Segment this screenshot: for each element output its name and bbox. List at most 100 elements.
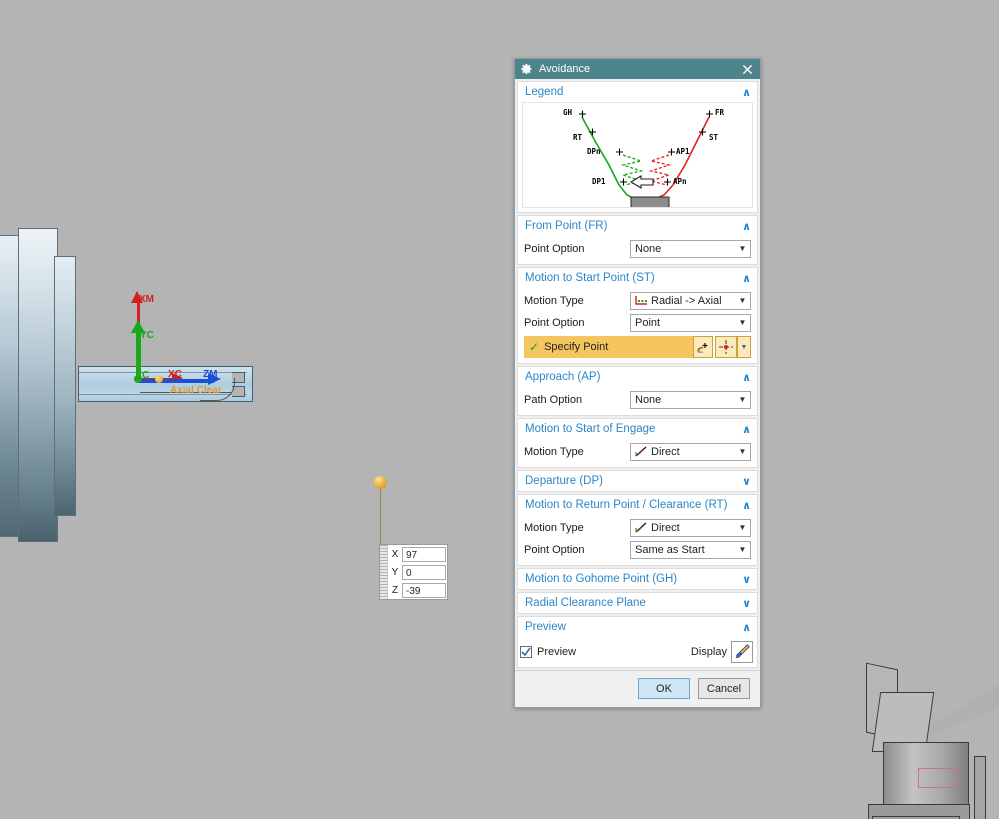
select-st-point-option[interactable]: Point ▼ <box>630 313 751 332</box>
section-motion-to-start-point: Motion to Start Point (ST) ∧ Motion Type <box>517 267 758 364</box>
chevron-down-icon[interactable]: ▼ <box>735 545 750 554</box>
label-point-option: Point Option <box>524 543 585 556</box>
coordinate-value-y[interactable]: 0 <box>402 564 446 580</box>
label-path-option: Path Option <box>524 393 583 406</box>
legend-label-ap1: AP1 <box>676 147 690 156</box>
radial-axial-icon <box>635 295 648 306</box>
chevron-down-icon[interactable]: ▼ <box>735 447 750 456</box>
section-header-departure[interactable]: Departure (DP) ∨ <box>518 471 757 491</box>
dialog-body: Legend ∧ GH RT DPn DP1 FR ST AP1 APn Fro… <box>515 79 760 670</box>
chevron-up-icon[interactable]: ∧ <box>742 86 751 99</box>
legend-label-rt: RT <box>573 133 583 142</box>
coordinate-value-x[interactable]: 97 <box>402 546 446 562</box>
section-preview: Preview ∧ Preview Display <box>517 616 758 668</box>
legend-diagram: GH RT DPn DP1 FR ST AP1 APn <box>522 102 753 208</box>
specify-point-row: ✓ Specify Point ▼ <box>524 336 751 358</box>
coordinate-row-y[interactable]: Y 0 <box>388 563 447 581</box>
chevron-down-icon[interactable]: ▼ <box>735 318 750 327</box>
preview-controls: Preview Display <box>518 637 757 667</box>
section-from-point: From Point (FR) ∧ Point Option None ▼ <box>517 215 758 265</box>
label-point-option: Point Option <box>524 242 585 255</box>
select-value: Direct <box>651 521 680 534</box>
section-header-motion-to-start-point[interactable]: Motion to Start Point (ST) ∧ <box>518 268 757 288</box>
chuck-rim-outer[interactable] <box>18 228 58 542</box>
section-header-radial-clearance-plane[interactable]: Radial Clearance Plane ∨ <box>518 593 757 613</box>
section-header-motion-to-start-of-engage[interactable]: Motion to Start of Engage ∧ <box>518 419 757 439</box>
section-approach: Approach (AP) ∧ Path Option None ▼ <box>517 366 758 416</box>
select-engage-motion-type[interactable]: Direct ▼ <box>630 442 751 461</box>
row-rt-point-option: Point Option Same as Start ▼ <box>524 539 751 560</box>
select-from-point-option[interactable]: None ▼ <box>630 239 751 258</box>
legend-svg <box>579 110 713 207</box>
specify-point-label: Specify Point <box>544 341 609 353</box>
point-constructor-icon[interactable] <box>693 336 713 358</box>
coordinate-value-z[interactable]: -39 <box>402 582 446 598</box>
turret-rod <box>974 756 986 819</box>
chevron-down-icon[interactable]: ▼ <box>735 395 750 404</box>
axis-label-xm: XM <box>139 294 154 305</box>
select-value: None <box>635 393 662 406</box>
section-header-from-point[interactable]: From Point (FR) ∧ <box>518 216 757 236</box>
chevron-up-icon[interactable]: ∧ <box>742 621 751 634</box>
display-button[interactable] <box>731 641 753 663</box>
select-st-motion-type[interactable]: Radial -> Axial ▼ <box>630 291 751 310</box>
chevron-up-icon[interactable]: ∧ <box>742 272 751 285</box>
vertical-guide-line <box>163 0 164 819</box>
axis-label-yc: YC <box>140 330 154 341</box>
close-icon[interactable] <box>738 60 756 78</box>
chuck-rim-inner[interactable] <box>54 256 76 516</box>
chevron-down-icon[interactable]: ▼ <box>735 296 750 305</box>
checkmark-icon <box>521 647 531 657</box>
row-approach-path-option: Path Option None ▼ <box>524 389 751 410</box>
check-icon: ✓ <box>529 340 540 354</box>
chevron-up-icon[interactable]: ∧ <box>742 371 751 384</box>
coordinate-row-z[interactable]: Z -39 <box>388 581 447 599</box>
row-from-point-option: Point Option None ▼ <box>524 238 751 259</box>
select-rt-point-option[interactable]: Same as Start ▼ <box>630 540 751 559</box>
chevron-down-icon[interactable]: ∨ <box>742 573 751 586</box>
chevron-down-icon[interactable]: ∨ <box>742 597 751 610</box>
chevron-up-icon[interactable]: ∧ <box>742 499 751 512</box>
cad-viewport[interactable]: XM YC XC ZM ZC Axial Clear X 97 Y 0 Z -3… <box>0 0 999 819</box>
direct-icon <box>635 522 648 533</box>
turret-selection-rect <box>918 768 958 788</box>
shaft-edge-top <box>79 372 247 373</box>
chevron-up-icon[interactable]: ∧ <box>742 220 751 233</box>
chevron-down-icon[interactable]: ∨ <box>742 475 751 488</box>
coordinate-label-z: Z <box>391 584 399 596</box>
section-header-preview[interactable]: Preview ∧ <box>518 617 757 637</box>
point-handle-sphere[interactable] <box>374 476 387 489</box>
dialog-titlebar[interactable]: Avoidance <box>515 59 760 79</box>
select-approach-path-option[interactable]: None ▼ <box>630 390 751 409</box>
section-header-motion-to-gohome-point[interactable]: Motion to Gohome Point (GH) ∨ <box>518 569 757 589</box>
section-title-departure: Departure (DP) <box>525 475 603 487</box>
chevron-up-icon[interactable]: ∧ <box>742 423 751 436</box>
label-motion-type: Motion Type <box>524 445 584 458</box>
section-title-from-point: From Point (FR) <box>525 220 608 232</box>
display-label: Display <box>690 646 727 658</box>
row-st-motion-type: Motion Type Radial -> Axial ▼ <box>524 290 751 311</box>
specify-point-button[interactable]: ✓ Specify Point <box>524 336 693 358</box>
avoidance-dialog[interactable]: Avoidance Legend ∧ GH RT DPn DP1 FR ST A… <box>514 58 761 708</box>
section-header-legend[interactable]: Legend ∧ <box>518 82 757 102</box>
preview-checkbox[interactable] <box>520 646 532 658</box>
section-header-motion-to-return-point[interactable]: Motion to Return Point / Clearance (RT) … <box>518 495 757 515</box>
turret-assembly[interactable] <box>858 662 999 819</box>
label-motion-type: Motion Type <box>524 521 584 534</box>
section-title-motion-to-start-point: Motion to Start Point (ST) <box>525 272 655 284</box>
coordinate-input-box[interactable]: X 97 Y 0 Z -39 <box>379 544 448 600</box>
select-rt-motion-type[interactable]: Direct ▼ <box>630 518 751 537</box>
ok-button[interactable]: OK <box>638 678 690 699</box>
section-header-approach[interactable]: Approach (AP) ∧ <box>518 367 757 387</box>
coordinate-box-grip[interactable] <box>380 545 388 599</box>
cancel-button[interactable]: Cancel <box>698 678 750 699</box>
chevron-down-icon[interactable]: ▼ <box>735 244 750 253</box>
coordinate-row-x[interactable]: X 97 <box>388 545 447 563</box>
point-dialog-icon[interactable] <box>715 336 737 358</box>
section-title-motion-to-gohome-point: Motion to Gohome Point (GH) <box>525 573 678 585</box>
gear-icon <box>521 63 533 75</box>
legend-label-dp1: DP1 <box>592 177 606 186</box>
chevron-down-icon[interactable]: ▼ <box>735 523 750 532</box>
chevron-down-icon[interactable]: ▼ <box>737 336 751 358</box>
section-motion-to-gohome-point: Motion to Gohome Point (GH) ∨ <box>517 568 758 590</box>
